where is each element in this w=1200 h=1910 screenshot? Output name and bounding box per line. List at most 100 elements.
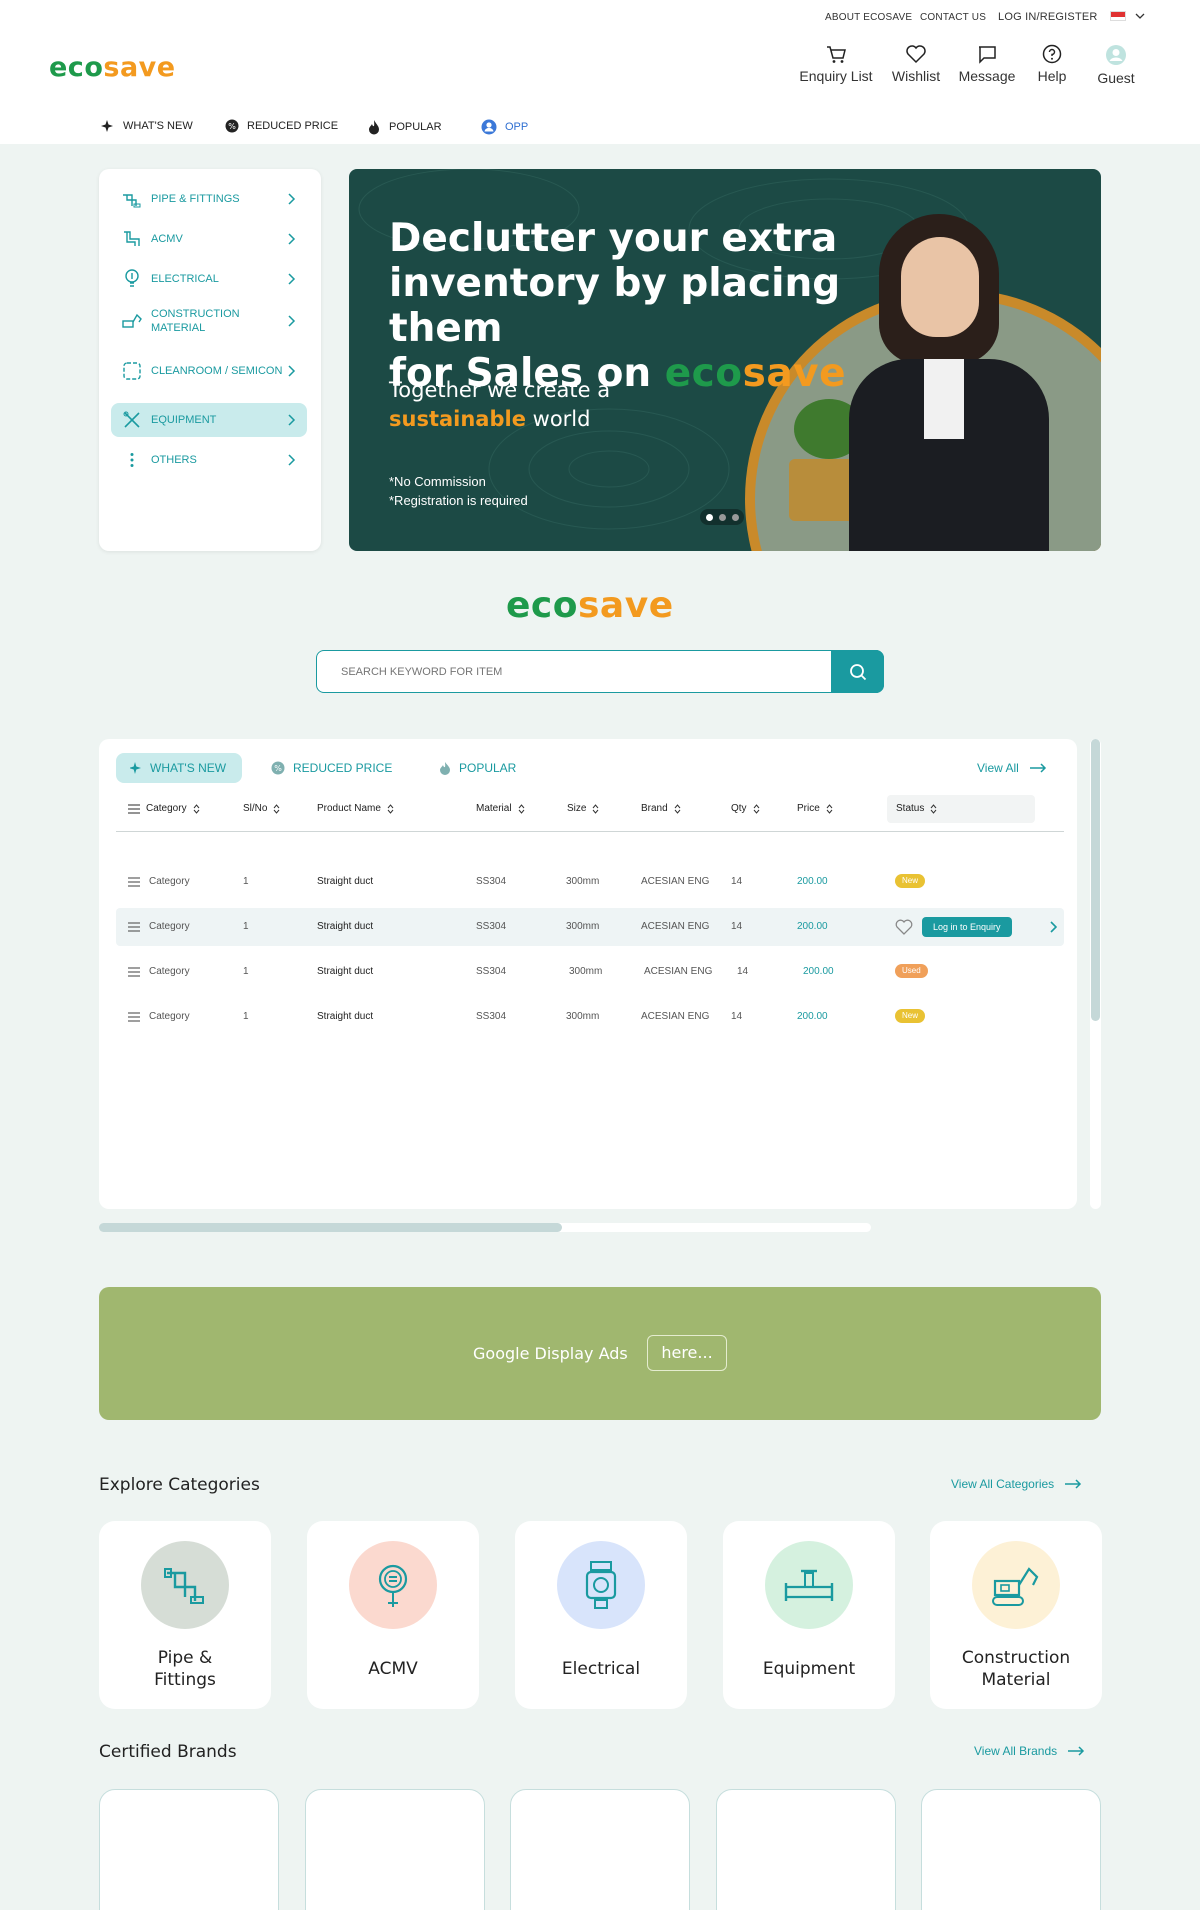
table-tab-reduced-price[interactable]: % REDUCED PRICE xyxy=(257,753,406,783)
heart-icon[interactable] xyxy=(895,919,913,935)
sparkle-icon xyxy=(101,120,113,132)
cell-brand: ACESIAN ENG xyxy=(641,921,710,932)
sort-icon xyxy=(930,803,937,814)
message-icon xyxy=(979,46,996,64)
column-header-brand[interactable]: Brand xyxy=(641,803,681,814)
cell-material: SS304 xyxy=(476,876,507,887)
chevron-right-icon[interactable] xyxy=(1049,921,1057,933)
view-all-brands-link[interactable]: View All Brands xyxy=(974,1744,1085,1758)
vertical-scrollbar-track[interactable] xyxy=(1090,739,1101,1209)
category-card-construction-material[interactable]: Construction Material xyxy=(930,1521,1102,1709)
table-tab-whats-new[interactable]: WHAT'S NEW xyxy=(116,753,242,783)
login-register-link[interactable]: LOG IN/REGISTER xyxy=(998,11,1098,23)
search-button[interactable] xyxy=(831,650,884,693)
cell-qty: 14 xyxy=(731,921,743,932)
contact-link[interactable]: CONTACT US xyxy=(920,12,986,23)
drag-handle-icon[interactable] xyxy=(128,1012,140,1022)
nav-tab-whats-new[interactable]: WHAT'S NEW xyxy=(101,119,193,133)
cell-category: Category xyxy=(149,921,190,932)
category-card-acmv[interactable]: ACMV xyxy=(307,1521,479,1709)
chevron-right-icon xyxy=(288,315,296,327)
banner-subheadline: Together we create a sustainable world xyxy=(389,378,611,431)
nav-tab-opp[interactable]: OPP xyxy=(481,119,528,135)
person-face xyxy=(901,237,979,337)
horizontal-scrollbar-thumb[interactable] xyxy=(99,1223,562,1232)
column-header-category[interactable]: Category xyxy=(128,803,200,814)
nav-tab-reduced-price[interactable]: % REDUCED PRICE xyxy=(225,119,338,133)
sort-icon xyxy=(274,803,280,814)
sidebar-item-label: OTHERS xyxy=(151,453,197,466)
enquiry-list-button[interactable]: Enquiry List xyxy=(791,44,881,84)
sidebar-item-equipment[interactable]: EQUIPMENT xyxy=(111,403,307,437)
sidebar-item-label: EQUIPMENT xyxy=(151,413,217,426)
category-card-electrical[interactable]: Electrical xyxy=(515,1521,687,1709)
sidebar-item-acmv[interactable]: ACMV xyxy=(111,222,307,256)
category-card-pipe-fittings[interactable]: Pipe & Fittings xyxy=(99,1521,271,1709)
category-label: Construction Material xyxy=(961,1648,1071,1690)
table-row[interactable]: Category 1 Straight duct SS304 300mm ACE… xyxy=(116,953,1064,991)
column-header-product-name[interactable]: Product Name xyxy=(317,803,394,814)
carousel-dot[interactable] xyxy=(705,513,713,521)
sidebar-item-label: PIPE & FITTINGS xyxy=(151,192,240,205)
carousel-dot[interactable] xyxy=(731,513,739,521)
table-row[interactable]: Category 1 Straight duct SS304 300mm ACE… xyxy=(116,908,1064,946)
column-header-status[interactable]: Status xyxy=(896,803,937,814)
person-shirt xyxy=(924,359,964,439)
vertical-scrollbar-thumb[interactable] xyxy=(1091,739,1100,1021)
cell-brand: ACESIAN ENG xyxy=(644,966,713,977)
flag-icon[interactable] xyxy=(1110,11,1126,21)
user-circle-icon xyxy=(481,119,497,135)
sidebar-item-electrical[interactable]: ELECTRICAL xyxy=(111,262,307,296)
chevron-right-icon xyxy=(288,273,296,285)
site-logo[interactable]: ecosave xyxy=(49,52,176,83)
view-all-categories-link[interactable]: View All Categories xyxy=(951,1477,1082,1491)
category-label: Equipment xyxy=(762,1659,856,1679)
sidebar-item-label: ELECTRICAL xyxy=(151,272,219,285)
cell-qty: 14 xyxy=(737,966,749,977)
ads-here-button[interactable]: here... xyxy=(647,1335,727,1371)
hero-banner[interactable]: Declutter your extra inventory by placin… xyxy=(349,169,1101,551)
chevron-down-icon[interactable] xyxy=(1135,12,1145,20)
svg-text:%: % xyxy=(274,764,282,773)
about-link[interactable]: ABOUT ECOSAVE xyxy=(825,12,912,23)
discount-badge-icon: % xyxy=(271,761,285,775)
chevron-right-icon xyxy=(288,414,296,426)
column-header-material[interactable]: Material xyxy=(476,803,525,814)
login-to-enquiry-button[interactable]: Log in to Enquiry xyxy=(922,917,1012,937)
drag-handle-icon[interactable] xyxy=(128,877,140,887)
table-tab-popular[interactable]: POPULAR xyxy=(425,753,530,783)
drag-handle-icon[interactable] xyxy=(128,967,140,977)
bulb-icon xyxy=(121,268,143,290)
sidebar-item-construction-material[interactable]: CONSTRUCTION MATERIAL xyxy=(111,299,307,343)
brand-card[interactable] xyxy=(99,1789,279,1910)
category-card-equipment[interactable]: Equipment xyxy=(723,1521,895,1709)
table-view-all-link[interactable]: View All xyxy=(977,761,1047,775)
sidebar-item-pipe-fittings[interactable]: PIPE & FITTINGS xyxy=(111,182,307,216)
search-input[interactable] xyxy=(317,651,827,692)
cell-brand: ACESIAN ENG xyxy=(641,1011,710,1022)
cell-slno: 1 xyxy=(243,966,249,977)
brand-card[interactable] xyxy=(305,1789,485,1910)
cell-size: 300mm xyxy=(566,876,600,887)
display-ads-banner[interactable]: Google Display Ads here... xyxy=(99,1287,1101,1420)
brand-card[interactable] xyxy=(921,1789,1101,1910)
table-tab-label: POPULAR xyxy=(459,761,517,775)
guest-button[interactable]: Guest xyxy=(1071,44,1161,86)
column-header-qty[interactable]: Qty xyxy=(731,803,760,814)
cell-qty: 14 xyxy=(731,1011,743,1022)
brand-card[interactable] xyxy=(716,1789,896,1910)
table-row[interactable]: Category 1 Straight duct SS304 300mm ACE… xyxy=(116,998,1064,1036)
brand-card[interactable] xyxy=(510,1789,690,1910)
duct-icon xyxy=(121,228,143,250)
sidebar-item-others[interactable]: OTHERS xyxy=(111,443,307,477)
sidebar-item-cleanroom-semicon[interactable]: CLEANROOM / SEMICON xyxy=(111,349,307,393)
column-header-price[interactable]: Price xyxy=(797,803,833,814)
table-row[interactable]: Category 1 Straight duct SS304 300mm ACE… xyxy=(116,863,1064,901)
carousel-dot[interactable] xyxy=(718,513,726,521)
sort-icon xyxy=(518,803,524,814)
column-header-size[interactable]: Size xyxy=(567,803,599,814)
column-header-slno[interactable]: Sl/No xyxy=(243,803,280,814)
horizontal-scrollbar-track[interactable] xyxy=(99,1223,871,1232)
nav-tab-popular[interactable]: POPULAR xyxy=(367,119,442,135)
drag-handle-icon[interactable] xyxy=(128,922,140,932)
